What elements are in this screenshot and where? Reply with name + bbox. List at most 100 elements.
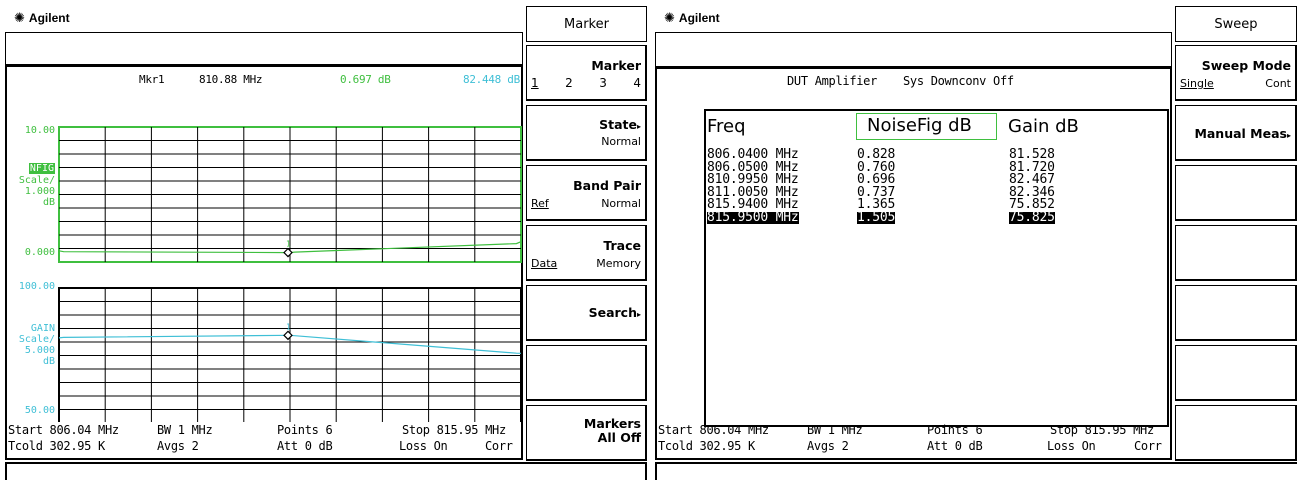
trace-softkey[interactable]: Trace Data Memory — [526, 225, 647, 281]
footer-right: Start 806.04 MHz BW 1 MHz Points 6 Stop … — [657, 423, 1170, 458]
agilent-spark-icon: ✺ — [14, 10, 25, 25]
brand-name: Agilent — [28, 11, 70, 25]
agilent-logo-right: ✺ Agilent — [664, 10, 720, 26]
cell-gain: 75.825 — [1009, 209, 1055, 225]
softkey-label: Trace — [603, 238, 641, 253]
marker-readout: Mkr1 810.88 MHz 0.697 dB 82.448 dB — [7, 73, 521, 87]
softkey-label: State▸ — [599, 118, 641, 134]
trace-memory: Memory — [596, 257, 641, 270]
state-softkey[interactable]: State▸ Normal — [526, 105, 647, 161]
marker-nf-value: 0.697 dB — [340, 73, 391, 86]
footer-tcold: Tcold 302.95 K — [658, 439, 755, 453]
nf-scale-value: 1.000 — [24, 186, 55, 197]
footer-bw: BW 1 MHz — [807, 423, 863, 437]
footer-points: Points 6 — [277, 423, 333, 437]
display-right: DUT Amplifier Sys Downconv Off Freq Nois… — [655, 67, 1172, 460]
message-line-left — [5, 32, 523, 65]
gain-scale-value: 5.000 — [24, 345, 55, 356]
footer-bw: BW 1 MHz — [157, 423, 213, 437]
marker-option-2[interactable]: 2 — [565, 76, 573, 90]
blank-softkey-right-7[interactable] — [1175, 405, 1297, 461]
search-label: Search — [588, 305, 637, 320]
footer-left: Start 806.04 MHz BW 1 MHz Points 6 Stop … — [7, 423, 521, 458]
softkey-label: Sweep Mode — [1201, 58, 1291, 73]
gain-top-label: 100.00 — [18, 281, 55, 292]
entry-line-left — [5, 462, 647, 480]
cell-noisefig: 1.505 — [857, 209, 896, 225]
blank-softkey-right-3[interactable] — [1175, 165, 1297, 221]
markers-all-off-softkey[interactable]: Markers All Off — [526, 405, 647, 461]
sys-downconv-label: Sys Downconv Off — [903, 74, 1014, 88]
search-softkey[interactable]: Search▸ — [526, 285, 647, 341]
marker-select-softkey[interactable]: Marker 1 2 3 4 — [526, 45, 647, 101]
marker-option-1[interactable]: 1 — [531, 76, 539, 90]
marker-number-gain: 1 — [286, 322, 291, 331]
footer-corr: Corr — [1134, 439, 1162, 453]
footer-corr: Corr — [485, 439, 513, 453]
sweep-mode-single: Single — [1180, 77, 1214, 90]
brand-name: Agilent — [678, 11, 720, 25]
marker-gain-value: 82.448 dB — [463, 73, 520, 86]
footer-loss: Loss On — [1047, 439, 1096, 453]
col-header-gain: Gain dB — [1008, 116, 1079, 137]
marker-label: Mkr1 — [139, 73, 165, 86]
results-table: 806.0400 MHz 0.828 81.528 806.0500 MHz 0.760… — [707, 148, 1167, 225]
blank-softkey-left-6[interactable] — [526, 345, 647, 401]
trace-data: Data — [531, 257, 558, 270]
marker-option-3[interactable]: 3 — [599, 76, 607, 90]
softkey-menu-title-right: Sweep — [1175, 6, 1297, 42]
sweep-mode-softkey[interactable]: Sweep Mode Single Cont — [1175, 45, 1297, 101]
softkey-label: Search▸ — [589, 306, 641, 322]
footer-avgs: Avgs 2 — [807, 439, 849, 453]
blank-softkey-right-4[interactable] — [1175, 225, 1297, 281]
blank-softkey-right-5[interactable] — [1175, 285, 1297, 341]
band-pair-softkey[interactable]: Band Pair Ref Normal — [526, 165, 647, 221]
softkey-label: Band Pair — [573, 178, 641, 193]
footer-points: Points 6 — [927, 423, 983, 437]
agilent-spark-icon: ✺ — [664, 10, 675, 25]
message-line-right — [655, 32, 1172, 67]
softkey-label-line2: All Off — [597, 430, 641, 445]
col-header-freq: Freq — [707, 116, 746, 137]
footer-loss: Loss On — [399, 439, 448, 453]
display-left: Mkr1 810.88 MHz 0.697 dB 82.448 dB 10.00… — [5, 65, 523, 460]
footer-start: Start 806.04 MHz — [658, 423, 769, 437]
nf-bottom-label: 0.000 — [24, 247, 55, 258]
blank-softkey-right-6[interactable] — [1175, 345, 1297, 401]
table-frame: Freq NoiseFig dB Gain dB 806.0400 MHz 0.8… — [704, 109, 1169, 427]
nf-unit: dB — [42, 197, 55, 208]
submenu-arrow-icon: ▸ — [636, 122, 641, 131]
submenu-arrow-icon: ▸ — [1286, 131, 1291, 140]
nfig-badge: NFIG — [28, 163, 55, 174]
gain-param-label: GAIN — [30, 323, 55, 334]
marker-options: 1 2 3 4 — [531, 76, 641, 90]
nf-top-label: 10.00 — [24, 125, 55, 136]
softkey-label: Marker — [591, 58, 641, 73]
softkey-label-line1: Markers — [583, 416, 641, 431]
footer-att: Att 0 dB — [927, 439, 983, 453]
softkey-label: Manual Meas▸ — [1194, 127, 1291, 143]
graph-area: 11 — [58, 126, 522, 422]
dut-label: DUT Amplifier — [787, 74, 878, 88]
marker-option-4[interactable]: 4 — [633, 76, 641, 90]
manual-meas-label: Manual Meas — [1194, 126, 1287, 141]
gain-scale-label: Scale/ — [18, 334, 55, 345]
footer-avgs: Avgs 2 — [157, 439, 199, 453]
nf-scale-label: Scale/ — [18, 175, 55, 186]
footer-stop: Stop 815.95 MHz — [402, 423, 506, 437]
gain-unit: dB — [42, 356, 55, 367]
gain-bottom-label: 50.00 — [24, 405, 55, 416]
table-row: 815.9500 MHz 1.505 75.825 — [707, 209, 1167, 225]
sweep-mode-cont: Cont — [1265, 77, 1291, 90]
col-header-noisefig: NoiseFig dB — [856, 113, 997, 140]
state-value: Normal — [601, 135, 641, 148]
band-pair-ref: Ref — [531, 197, 549, 210]
marker-number-nf: 1 — [286, 240, 291, 249]
band-pair-normal: Normal — [601, 197, 641, 210]
submenu-arrow-icon: ▸ — [636, 310, 641, 319]
nf-param-label: NFIG — [9, 163, 55, 174]
cell-freq: 815.9500 MHz — [707, 209, 799, 225]
state-label: State — [599, 117, 637, 132]
footer-att: Att 0 dB — [277, 439, 333, 453]
manual-meas-softkey[interactable]: Manual Meas▸ — [1175, 105, 1297, 161]
